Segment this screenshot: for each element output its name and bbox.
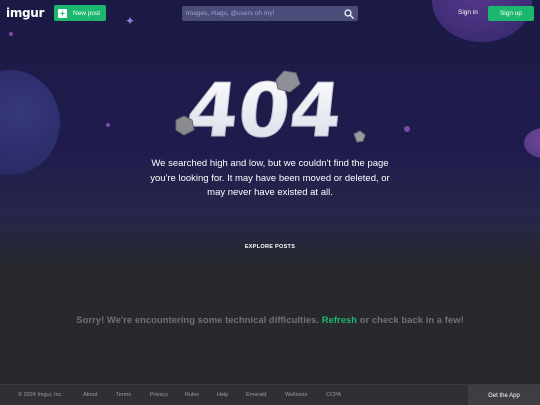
footer-link-emerald[interactable]: Emerald bbox=[246, 392, 266, 398]
message-line: may never have existed at all. bbox=[207, 187, 333, 198]
message-line: We searched high and low, but we couldn'… bbox=[151, 158, 389, 169]
footer-copyright: © 2024 Imgur, Inc. bbox=[18, 392, 64, 398]
new-post-label: New post bbox=[73, 9, 101, 17]
explore-posts-link[interactable]: EXPLORE POSTS bbox=[0, 244, 540, 250]
sign-in-link[interactable]: Sign in bbox=[458, 9, 478, 16]
get-the-app-button[interactable]: Get the App bbox=[468, 385, 540, 405]
star-dot bbox=[9, 32, 13, 36]
star-dot bbox=[106, 123, 110, 127]
footer-link-ccpa[interactable]: CCPA bbox=[326, 392, 341, 398]
new-post-button[interactable]: + New post bbox=[54, 5, 106, 21]
technical-difficulties-message: Sorry! We're encountering some technical… bbox=[70, 314, 470, 327]
error-code-graphic: 404 bbox=[175, 68, 366, 146]
rock-icon bbox=[353, 130, 366, 143]
search-icon[interactable] bbox=[344, 9, 354, 19]
search-bar bbox=[182, 6, 358, 21]
plus-icon: + bbox=[58, 8, 67, 18]
imgur-logo[interactable]: imgur bbox=[6, 6, 44, 20]
footer-link-wellness[interactable]: Wellness bbox=[285, 392, 307, 398]
footer-link-help[interactable]: Help bbox=[217, 392, 228, 398]
error-text-prefix: Sorry! We're encountering some technical… bbox=[76, 315, 322, 326]
refresh-link[interactable]: Refresh bbox=[322, 315, 357, 326]
error-code-text: 404 bbox=[182, 68, 345, 146]
footer-link-privacy[interactable]: Privacy bbox=[150, 392, 168, 398]
not-found-message: We searched high and low, but we couldn'… bbox=[130, 157, 410, 201]
message-line: you're looking for. It may have been mov… bbox=[150, 172, 390, 184]
hero-background: ✦ 404 bbox=[0, 0, 540, 268]
planet-right-decoration bbox=[524, 128, 540, 158]
search-input[interactable] bbox=[186, 8, 336, 19]
footer-link-about[interactable]: About bbox=[83, 392, 97, 398]
sign-up-button[interactable]: Sign up bbox=[488, 6, 534, 21]
footer-link-rules[interactable]: Rules bbox=[185, 392, 199, 398]
planet-left-decoration bbox=[0, 70, 60, 175]
footer-link-terms[interactable]: Terms bbox=[116, 392, 131, 398]
error-text-suffix: or check back in a few! bbox=[357, 315, 464, 326]
star-dot bbox=[404, 126, 410, 132]
footer: © 2024 Imgur, Inc. About Terms Privacy R… bbox=[0, 384, 540, 405]
top-navigation-bar: imgur + New post Sign in Sign up bbox=[0, 0, 540, 28]
